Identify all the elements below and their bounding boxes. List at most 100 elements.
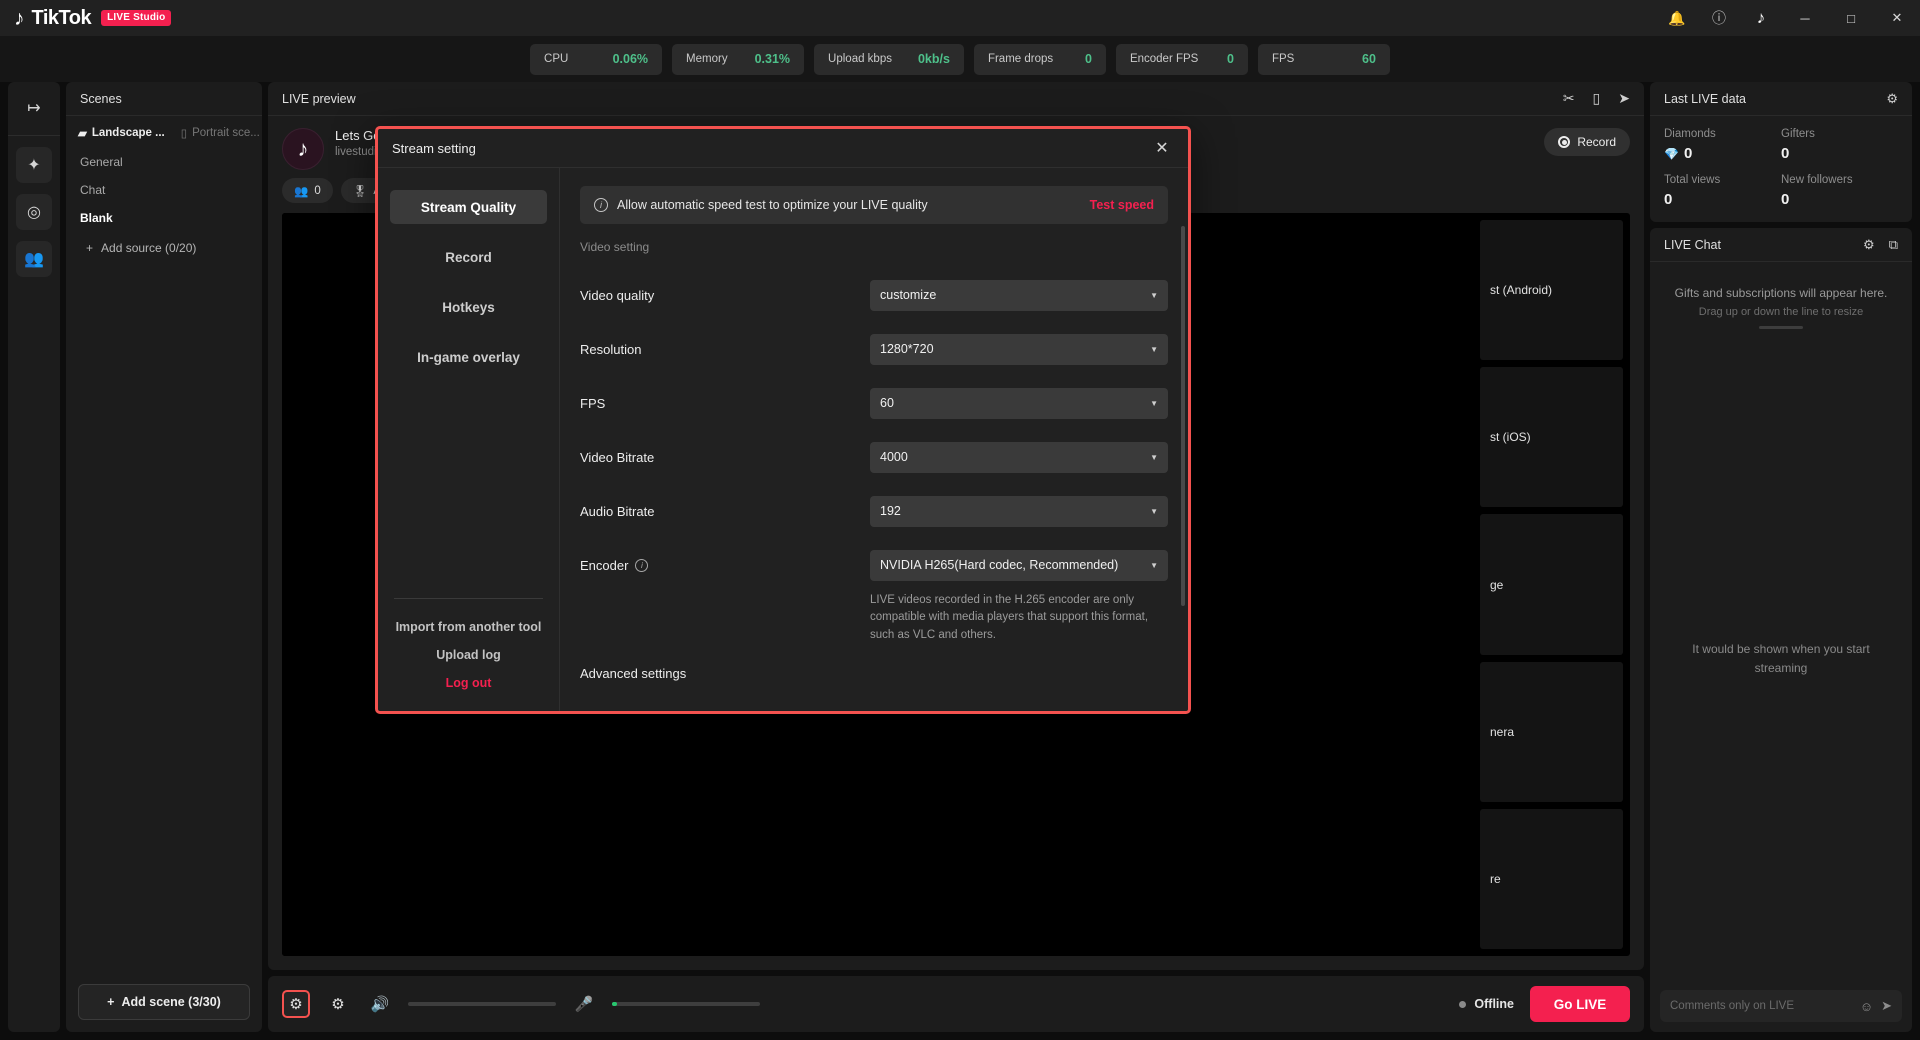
add-source-button[interactable]: + Add source (0/20) [66, 232, 262, 264]
chat-resize-handle[interactable] [1759, 326, 1803, 329]
tab-label: Landscape ... [92, 127, 165, 139]
encoder-label-text: Encoder [580, 558, 628, 573]
chat-settings-gear-icon[interactable]: ⚙ [1863, 237, 1875, 253]
go-live-button[interactable]: Go LIVE [1530, 986, 1630, 1022]
panel-settings-icon[interactable]: ⚙ [1886, 91, 1898, 107]
advanced-settings-link[interactable]: Advanced settings [580, 644, 1168, 707]
field-label: FPS [580, 396, 605, 411]
encoder-info-icon[interactable]: i [635, 559, 648, 572]
tiktok-note-icon: ♪ [14, 8, 25, 29]
collapse-panel-icon[interactable]: ↦ [16, 90, 52, 126]
video-quality-select[interactable]: customize ▼ [870, 280, 1168, 311]
emoji-smiley-icon[interactable]: ☺ [1860, 999, 1873, 1014]
fps-select[interactable]: 60 ▼ [870, 388, 1168, 419]
stat-label: Frame drops [988, 53, 1053, 65]
nav-item-hotkeys[interactable]: Hotkeys [390, 290, 547, 324]
stat-value: 0.06% [613, 52, 648, 66]
speaker-volume-slider[interactable] [408, 1002, 556, 1006]
chevron-down-icon: ▼ [1150, 561, 1158, 570]
share-arrow-icon[interactable]: ➤ [1618, 90, 1630, 107]
audio-bitrate-select[interactable]: 192 ▼ [870, 496, 1168, 527]
metric-value-wrap: 💎 0 [1664, 145, 1781, 162]
title-bar: ♪ TikTok LIVE Studio 🔔 ⓘ ♪ ─ □ ✕ [0, 0, 1920, 36]
audio-mixer-icon[interactable]: ⚙ [324, 990, 352, 1018]
tab-landscape-scene[interactable]: ▰ Landscape ... [78, 126, 165, 140]
minimize-button[interactable]: ─ [1782, 0, 1828, 36]
tab-portrait-scene[interactable]: ▯ Portrait sce... [181, 126, 260, 140]
select-value: 4000 [880, 450, 908, 464]
account-avatar[interactable]: ♪ [1740, 0, 1782, 36]
popout-window-icon[interactable]: ⧉ [1889, 237, 1898, 253]
chat-input-row[interactable]: Comments only on LIVE ☺ ➤ [1660, 990, 1902, 1022]
metric-label: Diamonds [1664, 128, 1781, 140]
chat-empty-state: It would be shown when you start streami… [1650, 335, 1912, 982]
guests-people-icon[interactable]: 👥 [16, 241, 52, 277]
metric-label: New followers [1781, 174, 1898, 186]
microphone-level-meter[interactable] [612, 1002, 760, 1006]
source-card[interactable]: re [1480, 809, 1623, 949]
scene-mode-tabs: ▰ Landscape ... ▯ Portrait sce... [66, 116, 262, 142]
tab-label: Portrait sce... [192, 127, 260, 139]
resolution-select[interactable]: 1280*720 ▼ [870, 334, 1168, 365]
send-arrow-icon[interactable]: ➤ [1881, 998, 1892, 1014]
import-from-another-tool-link[interactable]: Import from another tool [390, 613, 547, 641]
nav-item-stream-quality[interactable]: Stream Quality [390, 190, 547, 224]
notification-bell-icon[interactable]: 🔔 [1656, 0, 1698, 36]
bottom-control-bar: ⚙ ⚙ 🔊 🎤 Offline Go LIVE [268, 976, 1644, 1032]
last-live-title: Last LIVE data [1664, 92, 1746, 106]
app-logo: ♪ TikTok LIVE Studio [14, 7, 171, 30]
close-icon[interactable]: ✕ [1150, 136, 1174, 160]
plus-icon: + [107, 995, 114, 1009]
record-button[interactable]: Record [1544, 128, 1630, 156]
speaker-volume-icon[interactable]: 🔊 [366, 990, 394, 1018]
stat-label: CPU [544, 53, 568, 65]
log-out-link[interactable]: Log out [390, 669, 547, 697]
stat-cpu: CPU 0.06% [530, 44, 662, 75]
live-studio-badge: LIVE Studio [101, 10, 171, 26]
test-speed-button[interactable]: Test speed [1090, 198, 1154, 212]
nav-item-in-game-overlay[interactable]: In-game overlay [390, 340, 547, 374]
phone-mirror-icon[interactable]: ▯ [1593, 90, 1601, 107]
microphone-icon[interactable]: 🎤 [570, 990, 598, 1018]
source-card[interactable]: st (iOS) [1480, 367, 1623, 507]
stat-label: Encoder FPS [1130, 53, 1198, 65]
video-bitrate-select[interactable]: 4000 ▼ [870, 442, 1168, 473]
right-column: Last LIVE data ⚙ Diamonds 💎 0 Gifters 0 [1650, 82, 1912, 1032]
diamond-icon: 💎 [1664, 147, 1679, 161]
stat-value: 0kb/s [918, 52, 950, 66]
preview-title: LIVE preview [282, 92, 356, 106]
stat-label: FPS [1272, 53, 1294, 65]
source-card[interactable]: nera [1480, 662, 1623, 802]
chevron-down-icon: ▼ [1150, 291, 1158, 300]
scene-item-chat[interactable]: Chat [66, 176, 262, 204]
encoder-select[interactable]: NVIDIA H265(Hard codec, Recommended) ▼ [870, 550, 1168, 581]
spacer [580, 592, 870, 644]
settings-gear-icon[interactable]: ⚙ [282, 990, 310, 1018]
help-circle-icon[interactable]: ⓘ [1698, 0, 1740, 36]
modal-scrollbar[interactable] [1181, 226, 1185, 606]
goal-target-icon[interactable]: ◎ [16, 194, 52, 230]
last-live-header: Last LIVE data ⚙ [1650, 82, 1912, 116]
effects-sparkle-icon[interactable]: ✦ [16, 147, 52, 183]
collapse-row: ↦ [8, 90, 60, 136]
source-card[interactable]: st (Android) [1480, 220, 1623, 360]
last-live-metrics: Diamonds 💎 0 Gifters 0 Total views 0 [1650, 116, 1912, 222]
chat-input-placeholder[interactable]: Comments only on LIVE [1670, 1000, 1852, 1012]
source-card[interactable]: ge [1480, 514, 1623, 654]
metric-new-followers: New followers 0 [1781, 174, 1898, 208]
metric-label: Total views [1664, 174, 1781, 186]
status-dot-icon [1459, 1001, 1466, 1008]
scene-item-general[interactable]: General [66, 148, 262, 176]
speed-test-text: Allow automatic speed test to optimize y… [617, 198, 928, 212]
chat-empty-text: It would be shown when you start streami… [1684, 640, 1878, 677]
stream-title[interactable]: Lets Go [335, 128, 381, 143]
maximize-button[interactable]: □ [1828, 0, 1874, 36]
nav-item-record[interactable]: Record [390, 240, 547, 274]
add-scene-button[interactable]: + Add scene (3/30) [78, 984, 250, 1020]
close-window-button[interactable]: ✕ [1874, 0, 1920, 36]
avatar: ♪ [282, 128, 324, 170]
cut-scissors-icon[interactable]: ✂ [1563, 90, 1575, 107]
scene-item-blank[interactable]: Blank [66, 204, 262, 232]
upload-log-link[interactable]: Upload log [390, 641, 547, 669]
title-bar-actions: 🔔 ⓘ ♪ ─ □ ✕ [1656, 0, 1920, 36]
